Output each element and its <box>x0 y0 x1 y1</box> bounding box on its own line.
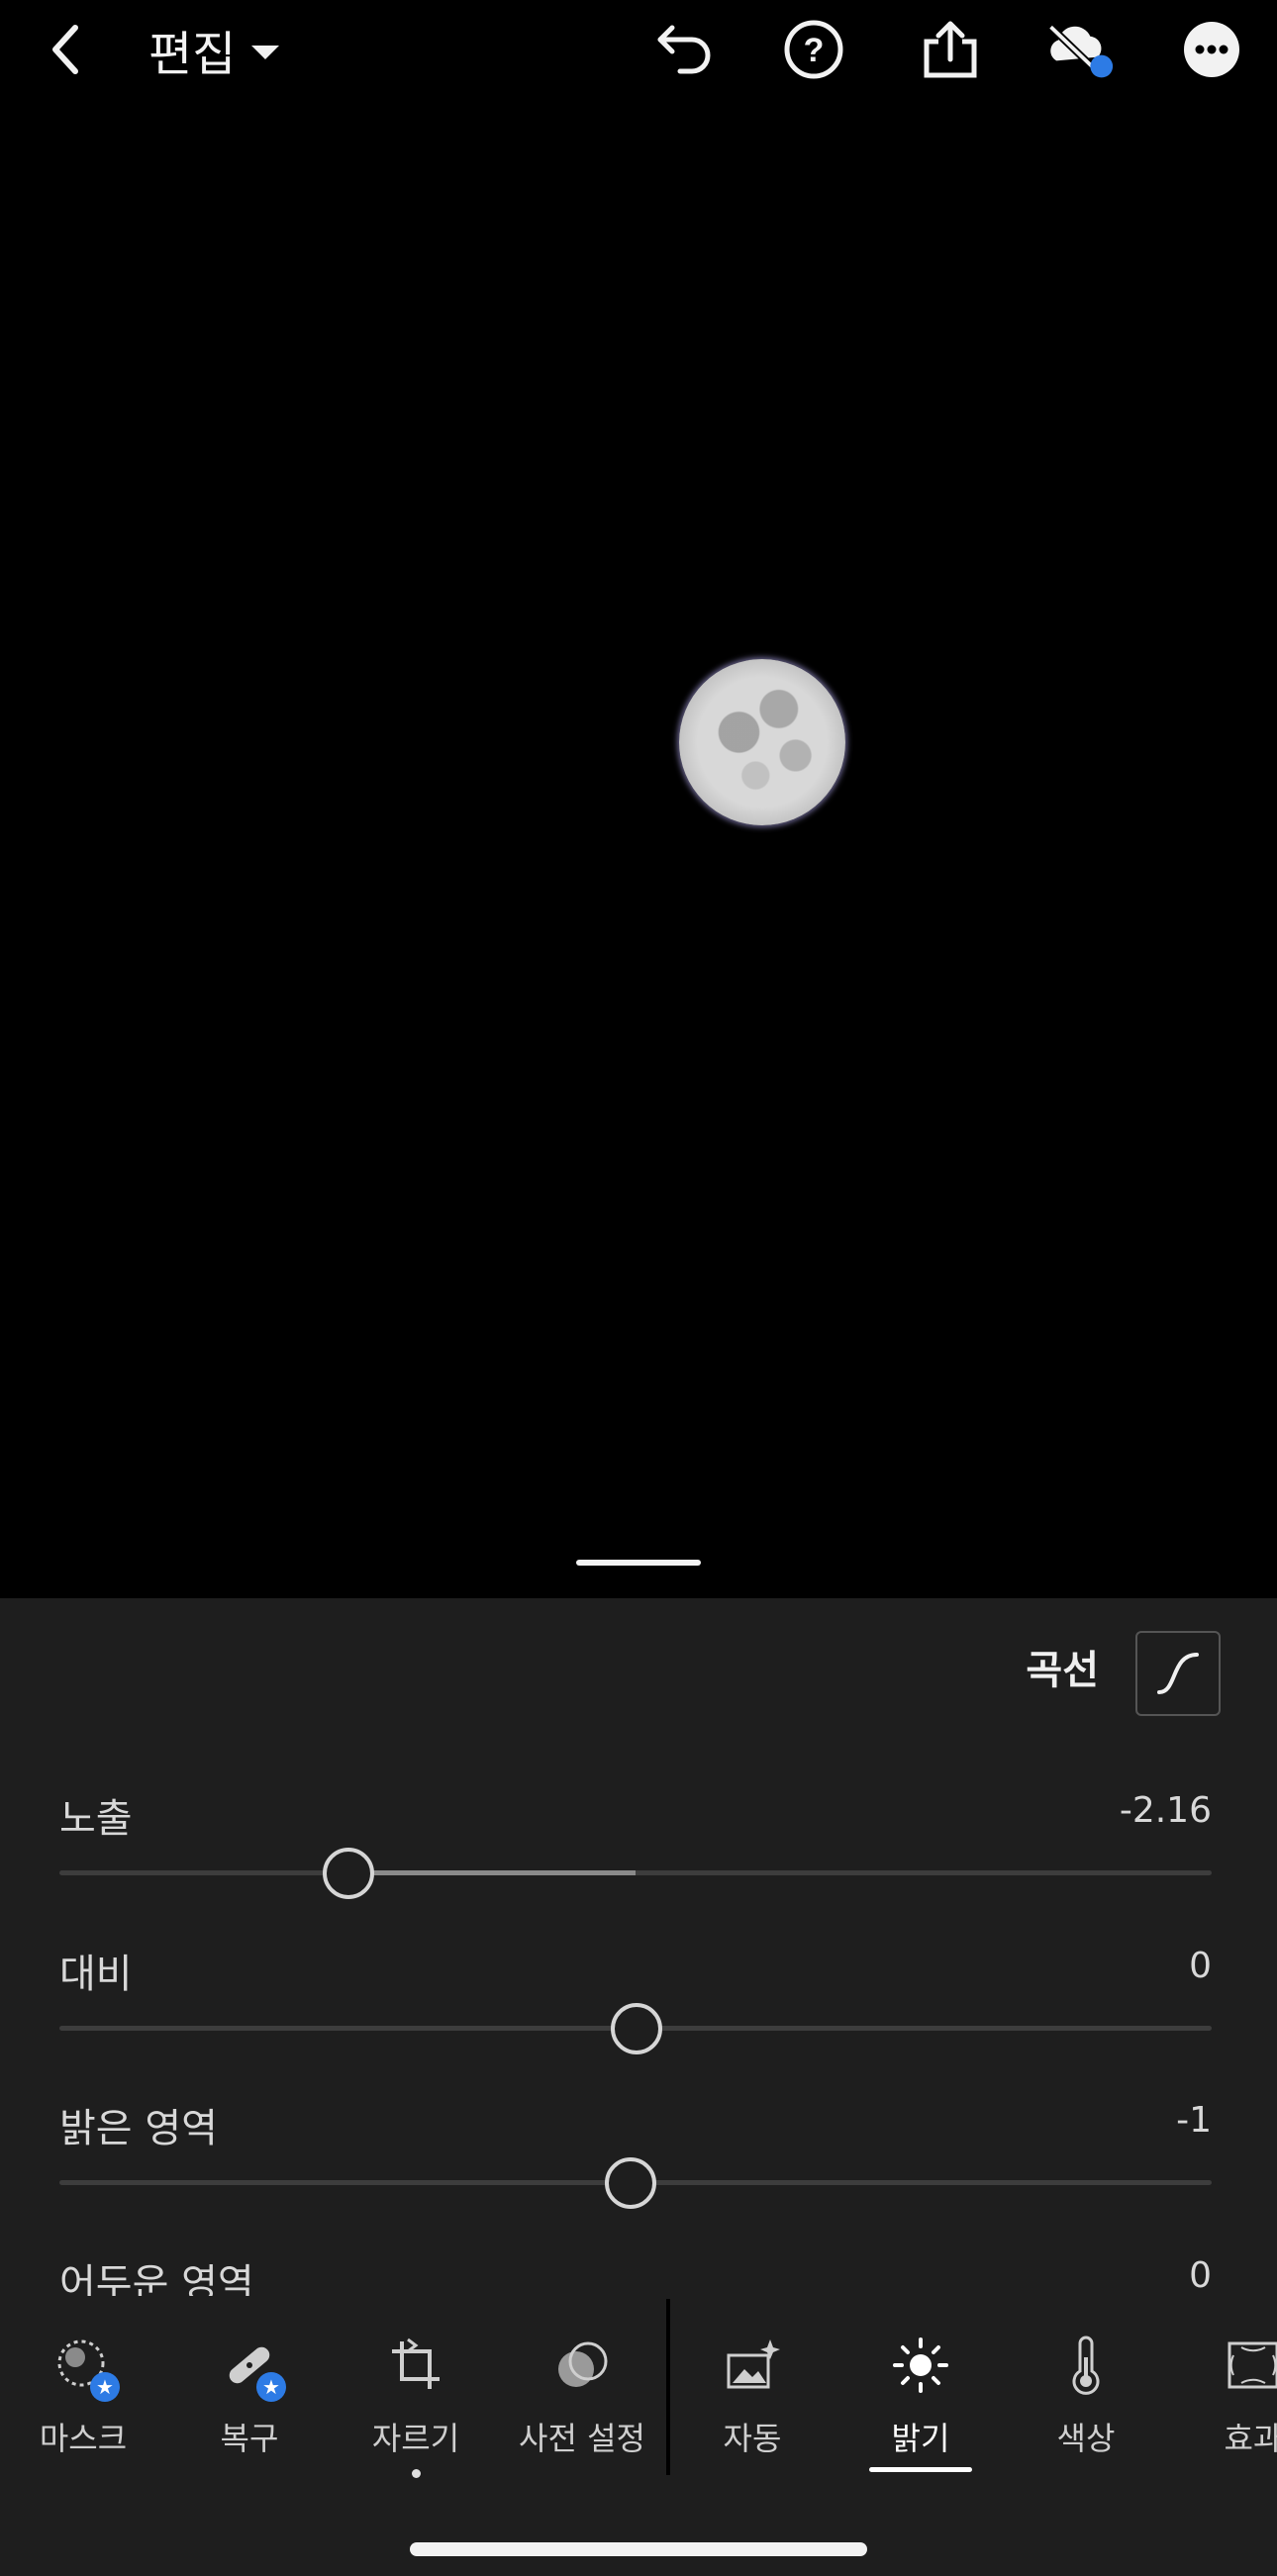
slider-label-contrast: 대비 <box>59 1952 133 1997</box>
share-icon <box>924 21 977 78</box>
slider-thumb[interactable] <box>605 2157 657 2209</box>
slider-value-shadows: 0 <box>1189 2255 1212 2296</box>
auto-icon-wrap <box>718 2331 787 2400</box>
share-button[interactable] <box>915 14 986 85</box>
page-title: 편집 <box>148 27 237 82</box>
chevron-down-icon <box>251 46 280 59</box>
highlights-slider: 밝은 영역 -1 <box>59 2096 1212 2235</box>
crop-icon <box>392 2337 440 2389</box>
curve-label: 곡선 <box>1026 1648 1099 1693</box>
premium-star-icon: ★ <box>256 2372 286 2402</box>
tool-label: 복구 <box>220 2420 279 2457</box>
slider-value-exposure: -2.16 <box>1119 1790 1212 1831</box>
premium-star-icon: ★ <box>90 2372 120 2402</box>
tool-label: 마스크 <box>39 2420 128 2457</box>
tool-effects[interactable]: 효과 <box>1179 2331 1277 2469</box>
tool-label: 밝기 <box>891 2420 950 2457</box>
contrast-slider: 대비 0 <box>59 1942 1212 2080</box>
moon-photo <box>679 659 845 825</box>
tool-presets[interactable]: 사전 설정 <box>508 2331 656 2469</box>
more-icon <box>1184 22 1239 77</box>
mask-icon-wrap: ★ <box>49 2331 120 2402</box>
effects-icon-wrap <box>1219 2331 1277 2400</box>
more-button[interactable] <box>1176 14 1247 85</box>
bottom-bar <box>0 2494 1277 2576</box>
tool-crop[interactable]: 자르기 <box>342 2331 490 2469</box>
slider-thumb[interactable] <box>611 2003 662 2054</box>
tool-label: 자동 <box>723 2420 782 2457</box>
slider-value-contrast: 0 <box>1189 1946 1212 1986</box>
auto-icon <box>727 2339 780 2389</box>
slider-label-highlights: 밝은 영역 <box>59 2106 218 2151</box>
help-button[interactable]: ? <box>778 14 849 85</box>
cloud-sync-button[interactable] <box>1043 14 1115 85</box>
slider-label-exposure: 노출 <box>59 1796 133 1842</box>
tool-bar: ★ 마스크 ★ 복구 자르기 사전 설정 자동 밝기 색상 효과 <box>0 2296 1277 2494</box>
healing-icon-wrap: ★ <box>215 2331 286 2402</box>
curve-button[interactable] <box>1135 1631 1221 1716</box>
exposure-slider: 노출 -2.16 <box>59 1786 1212 1925</box>
tool-auto[interactable]: 자동 <box>678 2331 827 2469</box>
tool-label: 색상 <box>1056 2420 1116 2457</box>
tool-color[interactable]: 색상 <box>1012 2331 1160 2469</box>
back-icon <box>52 25 78 74</box>
presets-icon <box>558 2341 608 2387</box>
back-button[interactable] <box>30 14 101 85</box>
slider-thumb[interactable] <box>323 1848 374 1899</box>
photo-canvas[interactable] <box>0 99 1277 1598</box>
tool-label: 효과 <box>1224 2420 1277 2457</box>
home-indicator[interactable] <box>410 2542 867 2556</box>
tool-mask[interactable]: ★ 마스크 <box>9 2331 157 2469</box>
tool-label: 자르기 <box>371 2420 460 2457</box>
edit-menu[interactable]: 편집 <box>148 14 280 85</box>
tool-light[interactable]: 밝기 <box>846 2331 995 2469</box>
curve-icon <box>1157 1653 1199 1694</box>
presets-icon-wrap <box>547 2331 617 2400</box>
crop-icon-wrap <box>381 2331 450 2400</box>
help-icon: ? <box>784 20 843 79</box>
light-icon <box>893 2337 948 2393</box>
toolbar-divider <box>666 2299 670 2475</box>
tool-healing[interactable]: ★ 복구 <box>175 2331 324 2469</box>
panel-drag-handle[interactable] <box>576 1560 701 1566</box>
cloud-sync-off-icon <box>1047 24 1114 78</box>
top-bar: 편집 ? <box>0 0 1277 99</box>
slider-track[interactable] <box>59 1870 1212 1875</box>
undo-button[interactable] <box>648 14 720 85</box>
crop-indicator-dot <box>412 2469 421 2478</box>
tool-label: 사전 설정 <box>519 2420 645 2457</box>
light-icon-wrap <box>886 2331 955 2400</box>
svg-text:?: ? <box>804 32 825 69</box>
undo-icon <box>657 25 711 74</box>
slider-value-highlights: -1 <box>1176 2100 1212 2141</box>
effects-icon <box>1228 2341 1277 2389</box>
active-tool-indicator <box>869 2467 972 2472</box>
thermometer-icon <box>1072 2336 1100 2395</box>
slider-fill <box>351 1870 636 1875</box>
thermometer-icon-wrap <box>1051 2331 1121 2400</box>
